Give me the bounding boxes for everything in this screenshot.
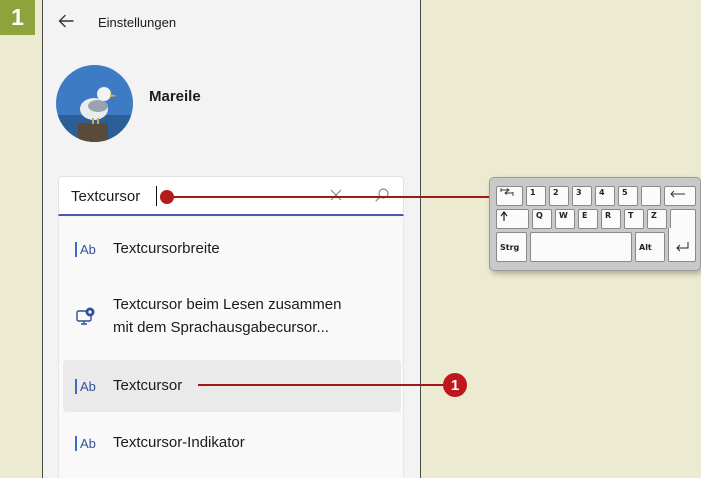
suggestion-label: Textcursorbreite	[113, 240, 220, 257]
window-title: Einstellungen	[98, 15, 177, 30]
enter-icon	[676, 242, 689, 252]
key-r: R	[601, 209, 621, 229]
key-1: 1	[526, 186, 546, 206]
ab-text-icon: Ab	[75, 239, 96, 259]
key-e: E	[578, 209, 598, 229]
tab-icon	[500, 188, 514, 196]
search-suggestions-list: Ab Textcursorbreite Textcursor beim Lese…	[58, 217, 404, 478]
key-4: 4	[595, 186, 615, 206]
seagull-photo	[56, 65, 133, 142]
arrow-up-icon	[500, 211, 508, 221]
annotation-line-callout	[198, 384, 446, 386]
search-value: Textcursor	[71, 188, 141, 205]
enter-key-upper	[670, 209, 696, 229]
backspace-key	[664, 186, 696, 206]
close-icon[interactable]	[329, 188, 343, 202]
shift-key	[496, 209, 529, 229]
narrator-monitor-icon	[76, 307, 95, 325]
ctrl-key: Strg	[496, 232, 527, 262]
title-bar: Einstellungen	[43, 0, 420, 44]
alt-key: Alt	[635, 232, 665, 262]
suggestion-item[interactable]: Ab Textcursorbreite	[63, 229, 401, 269]
key-blank	[641, 186, 661, 206]
user-name: Mareile	[149, 88, 201, 105]
suggestion-item[interactable]: Ab Textcursor-Indikator	[63, 423, 401, 463]
text-caret	[156, 186, 157, 206]
keyboard-illustration: 1 2 3 4 5 Q W E R T Z Strg Alt	[489, 177, 701, 271]
key-3: 3	[572, 186, 592, 206]
key-5: 5	[618, 186, 638, 206]
enter-key	[668, 228, 696, 262]
annotation-dot	[160, 190, 174, 204]
tab-key	[496, 186, 523, 206]
backspace-icon	[670, 190, 685, 198]
back-arrow-icon[interactable]	[57, 12, 75, 30]
suggestion-item-selected[interactable]: Ab Textcursor	[63, 360, 401, 412]
ab-text-icon: Ab	[75, 376, 96, 396]
annotation-line-keyboard	[170, 196, 489, 198]
suggestion-item[interactable]: Textcursor beim Lesen zusammen mit dem S…	[63, 285, 401, 347]
ab-text-icon: Ab	[75, 433, 96, 453]
key-z: Z	[647, 209, 667, 229]
key-t: T	[624, 209, 644, 229]
suggestion-label: Textcursor-Indikator	[113, 434, 245, 451]
callout-marker: 1	[443, 373, 467, 397]
spacebar-key	[530, 232, 632, 262]
suggestion-label: Textcursor	[113, 377, 183, 394]
key-w: W	[555, 209, 575, 229]
step-badge: 1	[0, 0, 35, 35]
suggestion-label-line2: mit dem Sprachausgabecursor...	[113, 319, 329, 336]
key-q: Q	[532, 209, 552, 229]
settings-window: Einstellungen Mareile Textcursor Ab Text…	[42, 0, 421, 478]
key-2: 2	[549, 186, 569, 206]
suggestion-label-line1: Textcursor beim Lesen zusammen	[113, 296, 342, 313]
avatar[interactable]	[56, 65, 133, 142]
search-icon[interactable]	[374, 187, 390, 203]
